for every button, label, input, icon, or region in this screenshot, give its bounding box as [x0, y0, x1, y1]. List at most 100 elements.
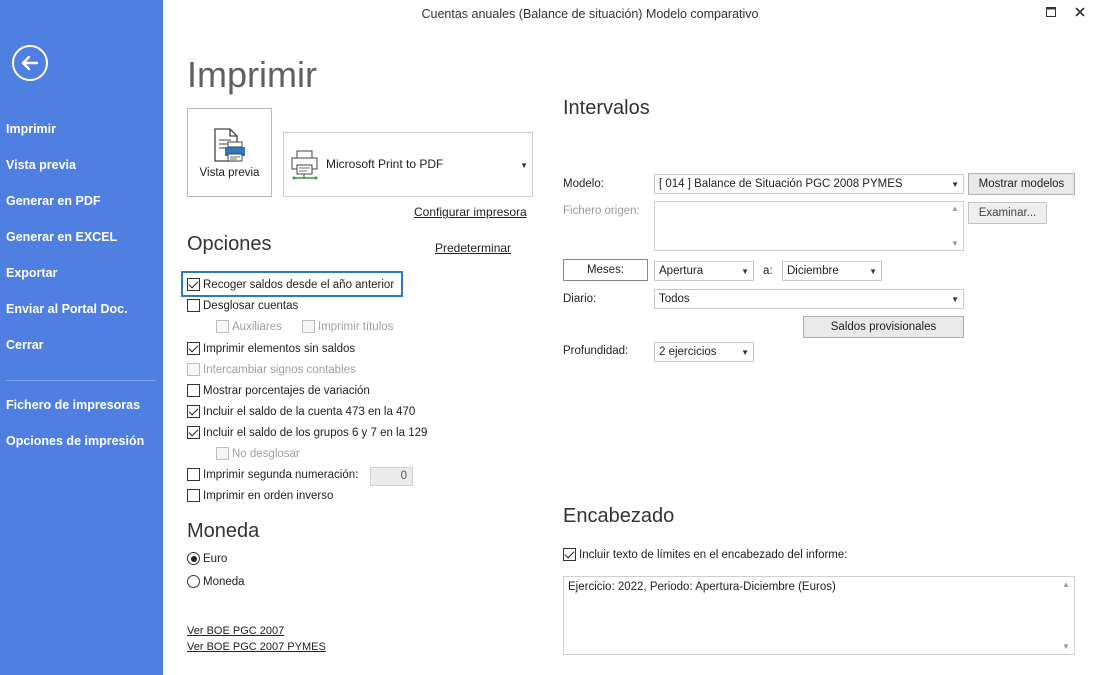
checkbox[interactable]	[187, 384, 200, 397]
radio[interactable]	[187, 552, 200, 565]
option-label: Auxiliares	[232, 320, 282, 333]
option-show-variation[interactable]: Mostrar porcentajes de variación	[187, 384, 370, 397]
configure-printer-link[interactable]: Configurar impresora	[414, 205, 527, 219]
browse-button[interactable]: Examinar...	[968, 202, 1047, 224]
journal-select[interactable]: Todos ▼	[654, 289, 964, 309]
model-value: [ 014 ] Balance de Situación PGC 2008 PY…	[659, 178, 903, 190]
intervals-title: Intervalos	[563, 97, 650, 119]
source-file-scrollbar[interactable]: ▲ ▼	[948, 202, 964, 250]
header-text-scrollbar[interactable]: ▲ ▼	[1059, 577, 1075, 654]
option-break-down-accounts[interactable]: Desglosar cuentas	[187, 299, 298, 312]
show-models-button[interactable]: Mostrar modelos	[968, 173, 1075, 195]
chevron-down-icon: ▼	[520, 161, 528, 170]
option-label: Incluir el saldo de la cuenta 473 en la …	[203, 405, 416, 418]
from-value: Apertura	[659, 265, 704, 277]
boe-pgc-2007-link[interactable]: Ver BOE PGC 2007	[187, 625, 284, 637]
checkbox[interactable]	[187, 299, 200, 312]
option-label: Incluir texto de límites en el encabezad…	[579, 548, 848, 561]
sidebar: Imprimir Vista previa Generar en PDF Gen…	[0, 0, 163, 675]
window-title: Cuentas anuales (Balance de situación) M…	[421, 7, 759, 21]
second-numbering-input[interactable]: 0	[370, 467, 413, 486]
sidebar-item-printer-file[interactable]: Fichero de impresoras	[6, 398, 140, 412]
currency-other[interactable]: Moneda	[187, 575, 245, 588]
option-include-473[interactable]: Incluir el saldo de la cuenta 473 en la …	[187, 405, 415, 418]
sidebar-divider	[6, 380, 156, 381]
sidebar-item-print[interactable]: Imprimir	[6, 122, 56, 136]
checkbox[interactable]	[187, 278, 200, 291]
option-second-numbering[interactable]: Imprimir segunda numeración:	[187, 468, 358, 481]
radio[interactable]	[187, 575, 200, 588]
sidebar-item-excel[interactable]: Generar en EXCEL	[6, 230, 117, 244]
maximize-icon[interactable]	[1040, 4, 1062, 20]
option-label: Imprimir en orden inverso	[203, 489, 334, 502]
from-period-select[interactable]: Apertura ▼	[654, 261, 754, 281]
option-label: Mostrar porcentajes de variación	[203, 384, 370, 397]
depth-label: Profundidad:	[563, 345, 629, 357]
option-no-breakdown: No desglosar	[216, 447, 300, 460]
checkbox	[216, 320, 229, 333]
checkbox[interactable]	[187, 468, 200, 481]
chevron-down-icon: ▼	[869, 267, 877, 276]
preview-button[interactable]: Vista previa	[187, 108, 272, 197]
boe-pgc-2007-pymes-link[interactable]: Ver BOE PGC 2007 PYMES	[187, 641, 326, 653]
sidebar-item-export[interactable]: Exportar	[6, 266, 57, 280]
checkbox	[302, 320, 315, 333]
page-title: Imprimir	[187, 54, 317, 95]
option-label: Imprimir títulos	[318, 320, 394, 333]
checkbox	[216, 447, 229, 460]
printer-name: Microsoft Print to PDF	[326, 157, 444, 171]
months-button[interactable]: Meses:	[563, 259, 648, 281]
option-label: Incluir el saldo de los grupos 6 y 7 en …	[203, 426, 428, 439]
option-label: Intercambiar signos contables	[203, 363, 356, 376]
scroll-down-icon[interactable]: ▼	[1062, 642, 1070, 651]
checkbox[interactable]	[187, 405, 200, 418]
currency-title: Moneda	[187, 520, 260, 542]
sidebar-item-close[interactable]: Cerrar	[6, 338, 44, 352]
chevron-down-icon: ▼	[741, 348, 749, 357]
printer-icon	[291, 150, 318, 180]
to-label: a:	[763, 265, 773, 277]
to-period-select[interactable]: Diciembre ▼	[782, 261, 882, 281]
printer-select[interactable]: Microsoft Print to PDF ▼	[283, 132, 533, 197]
radio-label: Moneda	[203, 575, 245, 588]
checkbox[interactable]	[187, 426, 200, 439]
model-select[interactable]: [ 014 ] Balance de Situación PGC 2008 PY…	[654, 174, 964, 194]
set-default-link[interactable]: Predeterminar	[435, 241, 511, 255]
sidebar-item-preview[interactable]: Vista previa	[6, 158, 76, 172]
option-collect-balances[interactable]: Recoger saldos desde el año anterior	[187, 278, 394, 291]
model-label: Modelo:	[563, 178, 604, 190]
sidebar-item-print-options[interactable]: Opciones de impresión	[6, 434, 144, 448]
source-file-field[interactable]	[654, 201, 964, 251]
depth-select[interactable]: 2 ejercicios ▼	[654, 342, 754, 362]
option-swap-signs: Intercambiar signos contables	[187, 363, 356, 376]
include-limits-option[interactable]: Incluir texto de límites en el encabezad…	[563, 548, 847, 561]
radio-label: Euro	[203, 552, 228, 565]
checkbox[interactable]	[187, 342, 200, 355]
currency-euro[interactable]: Euro	[187, 552, 227, 565]
options-title: Opciones	[187, 233, 272, 255]
sidebar-item-send-portal[interactable]: Enviar al Portal Doc.	[6, 302, 128, 316]
journal-label: Diario:	[563, 293, 597, 305]
scroll-up-icon[interactable]: ▲	[951, 204, 959, 213]
scroll-down-icon[interactable]: ▼	[951, 239, 959, 248]
header-text-field[interactable]: Ejercicio: 2022, Periodo: Apertura-Dicie…	[563, 576, 1075, 655]
checkbox[interactable]	[563, 548, 576, 561]
source-file-label: Fichero origen:	[563, 205, 640, 217]
checkbox[interactable]	[187, 489, 200, 502]
sidebar-item-pdf[interactable]: Generar en PDF	[6, 194, 100, 208]
option-include-groups-6-7[interactable]: Incluir el saldo de los grupos 6 y 7 en …	[187, 426, 427, 439]
chevron-down-icon: ▼	[741, 267, 749, 276]
back-arrow-icon[interactable]	[12, 45, 48, 81]
header-text: Ejercicio: 2022, Periodo: Apertura-Dicie…	[568, 581, 836, 593]
option-label: Desglosar cuentas	[203, 299, 299, 312]
depth-value: 2 ejercicios	[659, 346, 717, 358]
provisional-balances-button[interactable]: Saldos provisionales	[803, 316, 964, 338]
option-label: Imprimir elementos sin saldos	[203, 342, 356, 355]
preview-label: Vista previa	[199, 167, 260, 179]
journal-value: Todos	[659, 293, 690, 305]
scroll-up-icon[interactable]: ▲	[1062, 580, 1070, 589]
close-icon[interactable]	[1069, 4, 1091, 20]
option-print-zero-balances[interactable]: Imprimir elementos sin saldos	[187, 342, 355, 355]
option-reverse-order[interactable]: Imprimir en orden inverso	[187, 489, 333, 502]
header-title: Encabezado	[563, 505, 675, 527]
